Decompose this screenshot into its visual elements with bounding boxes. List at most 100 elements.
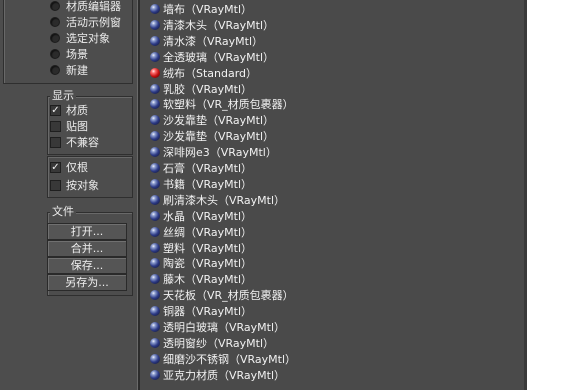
material-list-item[interactable]: 石膏 （VRayMtl） bbox=[150, 160, 252, 176]
blue-sphere-icon bbox=[150, 83, 160, 94]
material-list-item[interactable]: 细磨沙不锈钢 （VRayMtl） bbox=[150, 351, 296, 367]
blue-sphere-icon bbox=[150, 99, 160, 110]
radio-icon[interactable] bbox=[50, 1, 60, 11]
blue-sphere-icon bbox=[150, 210, 160, 221]
material-list-item[interactable]: 墙布 （VRayMtl） bbox=[150, 1, 252, 17]
radio-label: 新建 bbox=[66, 64, 88, 77]
blue-sphere-icon bbox=[150, 242, 160, 253]
radio-material-editor[interactable]: 材质编辑器 bbox=[50, 0, 121, 14]
material-list-item[interactable]: 丝绸 （VRayMtl） bbox=[150, 224, 252, 240]
radio-selected[interactable]: 选定对象 bbox=[50, 30, 110, 46]
material-name: 塑料 bbox=[163, 241, 185, 255]
checkbox-incompatible[interactable]: 不兼容 bbox=[50, 134, 99, 150]
material-type: （VRayMtl） bbox=[185, 225, 253, 239]
blue-sphere-icon bbox=[150, 51, 160, 62]
material-list-item[interactable]: 软塑料 （VR_材质包裹器） bbox=[150, 96, 294, 112]
material-list[interactable]: 墙布 （VRayMtl） 清漆木头 （VRayMtl） 清水漆 （VRayMtl） 全透玻璃… bbox=[140, 0, 524, 390]
material-type: （VRayMtl） bbox=[207, 130, 275, 144]
material-list-item[interactable]: 书籍 （VRayMtl） bbox=[150, 176, 252, 192]
material-type: （Standard） bbox=[185, 66, 258, 80]
checkbox-materials[interactable]: ✓ 材质 bbox=[50, 102, 88, 118]
material-list-item[interactable]: 深啡网e3 （VRayMtl） bbox=[150, 144, 277, 160]
material-type: （VRayMtl） bbox=[218, 193, 286, 207]
checkbox-by-object[interactable]: 按对象 bbox=[50, 177, 99, 193]
checkbox-icon[interactable] bbox=[50, 136, 61, 148]
radio-icon[interactable] bbox=[50, 49, 60, 59]
radio-icon[interactable] bbox=[50, 65, 60, 75]
material-name: 铜器 bbox=[163, 305, 185, 319]
blue-sphere-icon bbox=[150, 194, 160, 205]
radio-scene[interactable]: 场景 bbox=[50, 46, 88, 62]
browser-options-panel: 材质编辑器 活动示例窗 选定对象 场景 新建 显示 ✓ 材质 贴图 不兼容 ✓ … bbox=[0, 0, 137, 390]
material-list-item[interactable]: 天花板 （VR_材质包裹器） bbox=[150, 287, 294, 303]
radio-new[interactable]: 新建 bbox=[50, 62, 88, 78]
open-button[interactable]: 打开... bbox=[47, 223, 127, 240]
blue-sphere-icon bbox=[150, 226, 160, 237]
save-button[interactable]: 保存... bbox=[47, 257, 127, 274]
material-name: 沙发靠垫 bbox=[163, 130, 207, 144]
material-list-item[interactable]: 沙发靠垫 （VRayMtl） bbox=[150, 128, 274, 144]
blue-sphere-icon bbox=[150, 35, 160, 46]
blue-sphere-icon bbox=[150, 115, 160, 126]
material-name: 墙布 bbox=[163, 3, 185, 16]
radio-icon[interactable] bbox=[50, 33, 60, 43]
save-as-button[interactable]: 另存为... bbox=[47, 274, 127, 291]
material-name: 绒布 bbox=[163, 66, 185, 80]
file-group-title: 文件 bbox=[50, 205, 76, 218]
material-list-item[interactable]: 铜器 （VRayMtl） bbox=[150, 303, 252, 319]
material-name: 刷清漆木头 bbox=[163, 193, 218, 207]
radio-active-slot[interactable]: 活动示例窗 bbox=[50, 14, 121, 30]
material-type: （VRayMtl） bbox=[229, 352, 297, 366]
blue-sphere-icon bbox=[150, 274, 160, 285]
material-list-item[interactable]: 藤木 （VRayMtl） bbox=[150, 271, 252, 287]
material-list-item[interactable]: 刷清漆木头 （VRayMtl） bbox=[150, 192, 285, 208]
material-list-item[interactable]: 塑料 （VRayMtl） bbox=[150, 240, 252, 256]
blue-sphere-icon bbox=[150, 147, 160, 158]
material-name: 清漆木头 bbox=[163, 18, 207, 32]
radio-label: 材质编辑器 bbox=[66, 0, 121, 13]
material-name: 石膏 bbox=[163, 162, 185, 175]
checkbox-maps[interactable]: 贴图 bbox=[50, 118, 88, 134]
material-name: 乳胶 bbox=[163, 82, 185, 96]
material-list-item[interactable]: 水晶 （VRayMtl） bbox=[150, 208, 252, 224]
material-list-item[interactable]: 全透玻璃 （VRayMtl） bbox=[150, 49, 274, 65]
material-list-item[interactable]: 亚克力材质 （VRayMtl） bbox=[150, 367, 285, 383]
material-name: 水晶 bbox=[163, 209, 185, 223]
material-type: （VRayMtl） bbox=[185, 305, 253, 319]
material-list-item[interactable]: 清漆木头 （VRayMtl） bbox=[150, 17, 274, 33]
red-sphere-icon bbox=[150, 67, 160, 78]
blue-sphere-icon bbox=[150, 131, 160, 142]
material-list-item[interactable]: 乳胶 （VRayMtl） bbox=[150, 81, 252, 97]
checked-icon[interactable]: ✓ bbox=[50, 161, 61, 173]
material-name: 细磨沙不锈钢 bbox=[163, 352, 229, 366]
checked-icon[interactable]: ✓ bbox=[50, 104, 61, 116]
material-type: （VRayMtl） bbox=[207, 18, 275, 32]
material-list-item[interactable]: 绒布 （Standard） bbox=[150, 65, 257, 81]
checkbox-label: 按对象 bbox=[66, 179, 99, 192]
material-name: 丝绸 bbox=[163, 225, 185, 239]
radio-icon[interactable] bbox=[50, 17, 60, 27]
material-name: 书籍 bbox=[163, 177, 185, 191]
material-type: （VRayMtl） bbox=[185, 273, 253, 287]
checkbox-root-only[interactable]: ✓ 仅根 bbox=[50, 159, 88, 175]
checkbox-icon[interactable] bbox=[50, 179, 61, 191]
checkbox-label: 仅根 bbox=[66, 161, 88, 174]
material-name: 全透玻璃 bbox=[163, 50, 207, 64]
material-type: （VRayMtl） bbox=[196, 34, 264, 48]
blue-sphere-icon bbox=[150, 178, 160, 189]
material-list-item[interactable]: 透明窗纱 （VRayMtl） bbox=[150, 335, 274, 351]
material-type: （VRayMtl） bbox=[207, 336, 275, 350]
merge-button[interactable]: 合并... bbox=[47, 240, 127, 257]
checkbox-icon[interactable] bbox=[50, 120, 61, 132]
blue-sphere-icon bbox=[150, 258, 160, 269]
material-name: 透明窗纱 bbox=[163, 336, 207, 350]
material-list-item[interactable]: 清水漆 （VRayMtl） bbox=[150, 33, 263, 49]
material-type: （VRayMtl） bbox=[185, 177, 253, 191]
material-type: （VRayMtl） bbox=[218, 321, 286, 334]
material-list-item[interactable]: 透明白玻璃 （VRayMtl） bbox=[150, 319, 285, 335]
material-list-item[interactable]: 沙发靠垫 （VRayMtl） bbox=[150, 112, 274, 128]
material-list-item[interactable]: 陶瓷 （VRayMtl） bbox=[150, 255, 252, 271]
blue-sphere-icon bbox=[150, 337, 160, 348]
material-type: （VRayMtl） bbox=[185, 82, 253, 96]
material-name: 藤木 bbox=[163, 273, 185, 287]
